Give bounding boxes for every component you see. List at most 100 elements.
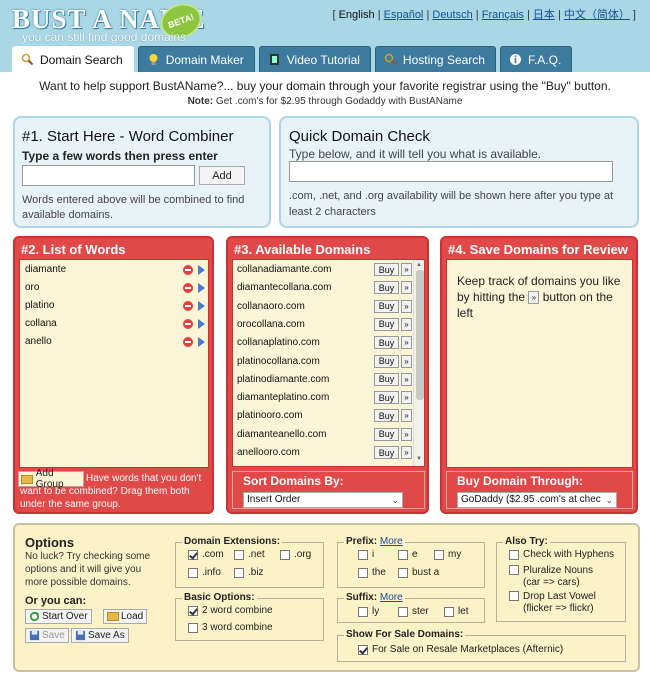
buy-button[interactable]: Buy: [374, 354, 399, 368]
prefix-checkbox[interactable]: the: [358, 567, 386, 578]
buy-button[interactable]: Buy: [374, 372, 399, 386]
basic-option-checkbox[interactable]: 2 word combine: [188, 605, 273, 616]
add-group-button[interactable]: Add Group: [18, 468, 84, 490]
word-list-item[interactable]: diamante: [25, 264, 205, 278]
save-domain-button[interactable]: »: [401, 299, 412, 313]
language-link[interactable]: 中文（简体）: [564, 9, 630, 21]
buy-button[interactable]: Buy: [374, 336, 399, 350]
save-as-button[interactable]: Save As: [71, 628, 129, 643]
buy-button[interactable]: Buy: [374, 281, 399, 295]
add-word-button[interactable]: Add: [199, 166, 245, 185]
domain-list-scrollbar[interactable]: ▲ ▼: [413, 260, 424, 466]
prefix-checkbox[interactable]: bust a: [398, 567, 439, 578]
checkbox-box[interactable]: [234, 549, 244, 560]
sort-select[interactable]: Insert Order ⌄: [243, 492, 403, 508]
buy-button[interactable]: Buy: [374, 263, 399, 276]
also-try-checkbox[interactable]: Pluralize Nouns (car => cars): [509, 565, 593, 589]
checkbox-box[interactable]: [234, 567, 244, 578]
tab-domain-search[interactable]: Domain Search: [12, 46, 134, 72]
save-domain-button[interactable]: »: [401, 446, 412, 459]
save-domain-button[interactable]: »: [401, 354, 412, 368]
checkbox-box[interactable]: [398, 606, 408, 617]
extension-checkbox[interactable]: .com: [188, 549, 224, 560]
buy-button[interactable]: Buy: [374, 391, 399, 405]
save-domain-button[interactable]: »: [401, 263, 412, 276]
checkbox-box[interactable]: [188, 622, 198, 633]
save-domain-button[interactable]: »: [401, 391, 412, 405]
language-link[interactable]: Deutsch: [432, 9, 472, 21]
prefix-checkbox[interactable]: e: [398, 549, 418, 560]
word-list-item[interactable]: platino: [25, 300, 205, 314]
checkbox-box[interactable]: [509, 549, 519, 560]
extension-checkbox[interactable]: .net: [234, 549, 265, 560]
registrar-select[interactable]: GoDaddy ($2.95 .com's at chec ⌄: [457, 492, 617, 508]
tab-hosting-search[interactable]: Hosting Search: [374, 46, 496, 72]
extension-checkbox[interactable]: .biz: [234, 567, 264, 578]
prefix-checkbox[interactable]: my: [434, 549, 461, 560]
arrow-right-icon[interactable]: [198, 265, 205, 275]
tab-f-a-q[interactable]: F.A.Q.: [499, 46, 573, 72]
remove-icon[interactable]: [183, 319, 193, 329]
checkbox-box[interactable]: [509, 565, 519, 575]
checkbox-box[interactable]: [358, 644, 368, 655]
arrow-right-icon[interactable]: [198, 319, 205, 329]
extension-checkbox[interactable]: .info: [188, 567, 221, 578]
buy-button[interactable]: Buy: [374, 299, 399, 313]
suffix-checkbox[interactable]: let: [444, 606, 469, 617]
scroll-down-icon[interactable]: ▼: [416, 456, 422, 462]
language-link[interactable]: 日本: [533, 9, 555, 21]
checkbox-box[interactable]: [509, 591, 519, 601]
arrow-right-icon[interactable]: [198, 283, 205, 293]
checkbox-box[interactable]: [444, 606, 454, 617]
save-domain-button[interactable]: »: [401, 427, 412, 441]
word-input[interactable]: [22, 165, 195, 186]
start-over-button[interactable]: Start Over: [25, 609, 92, 624]
suffix-more-link[interactable]: More: [380, 592, 403, 603]
language-link[interactable]: Español: [384, 9, 424, 21]
checkbox-box[interactable]: [434, 549, 444, 560]
buy-button[interactable]: Buy: [374, 317, 399, 331]
scrollbar-thumb[interactable]: [416, 270, 424, 400]
for-sale-checkbox[interactable]: For Sale on Resale Marketplaces (Afterni…: [358, 644, 563, 655]
remove-icon[interactable]: [183, 265, 193, 275]
checkbox-box[interactable]: [188, 549, 198, 560]
tab-domain-maker[interactable]: Domain Maker: [137, 46, 255, 72]
prefix-more-link[interactable]: More: [380, 536, 403, 547]
checkbox-box[interactable]: [398, 549, 408, 560]
buy-button[interactable]: Buy: [374, 427, 399, 441]
checkbox-box[interactable]: [188, 605, 198, 616]
checkbox-box[interactable]: [188, 567, 198, 578]
also-try-checkbox[interactable]: Check with Hyphens: [509, 549, 614, 560]
buy-button[interactable]: Buy: [374, 409, 399, 423]
save-domain-button[interactable]: »: [401, 281, 412, 295]
quick-check-input[interactable]: [289, 161, 613, 182]
arrow-right-icon[interactable]: [198, 301, 205, 311]
suffix-checkbox[interactable]: ly: [358, 606, 379, 617]
basic-option-checkbox[interactable]: 3 word combine: [188, 622, 273, 633]
tab-video-tutorial[interactable]: Video Tutorial: [258, 46, 371, 72]
checkbox-box[interactable]: [358, 549, 368, 560]
arrow-right-icon[interactable]: [198, 337, 205, 347]
also-try-checkbox[interactable]: Drop Last Vowel (flicker => flickr): [509, 591, 596, 615]
suffix-checkbox[interactable]: ster: [398, 606, 429, 617]
prefix-checkbox[interactable]: i: [358, 549, 374, 560]
extension-checkbox[interactable]: .org: [280, 549, 311, 560]
remove-icon[interactable]: [183, 283, 193, 293]
checkbox-box[interactable]: [280, 549, 290, 560]
checkbox-box[interactable]: [398, 567, 408, 578]
remove-icon[interactable]: [183, 301, 193, 311]
remove-icon[interactable]: [183, 337, 193, 347]
word-list-item[interactable]: oro: [25, 282, 205, 296]
save-domain-button[interactable]: »: [401, 336, 412, 350]
language-link[interactable]: English: [339, 9, 375, 21]
load-button[interactable]: Load: [103, 609, 148, 624]
checkbox-box[interactable]: [358, 567, 368, 578]
checkbox-box[interactable]: [358, 606, 368, 617]
save-domain-button[interactable]: »: [401, 372, 412, 386]
word-list-item[interactable]: anello: [25, 336, 205, 350]
save-domain-button[interactable]: »: [401, 409, 412, 423]
word-list-item[interactable]: collana: [25, 318, 205, 332]
buy-button[interactable]: Buy: [374, 446, 399, 459]
save-domain-button[interactable]: »: [401, 317, 412, 331]
language-link[interactable]: Français: [482, 9, 524, 21]
